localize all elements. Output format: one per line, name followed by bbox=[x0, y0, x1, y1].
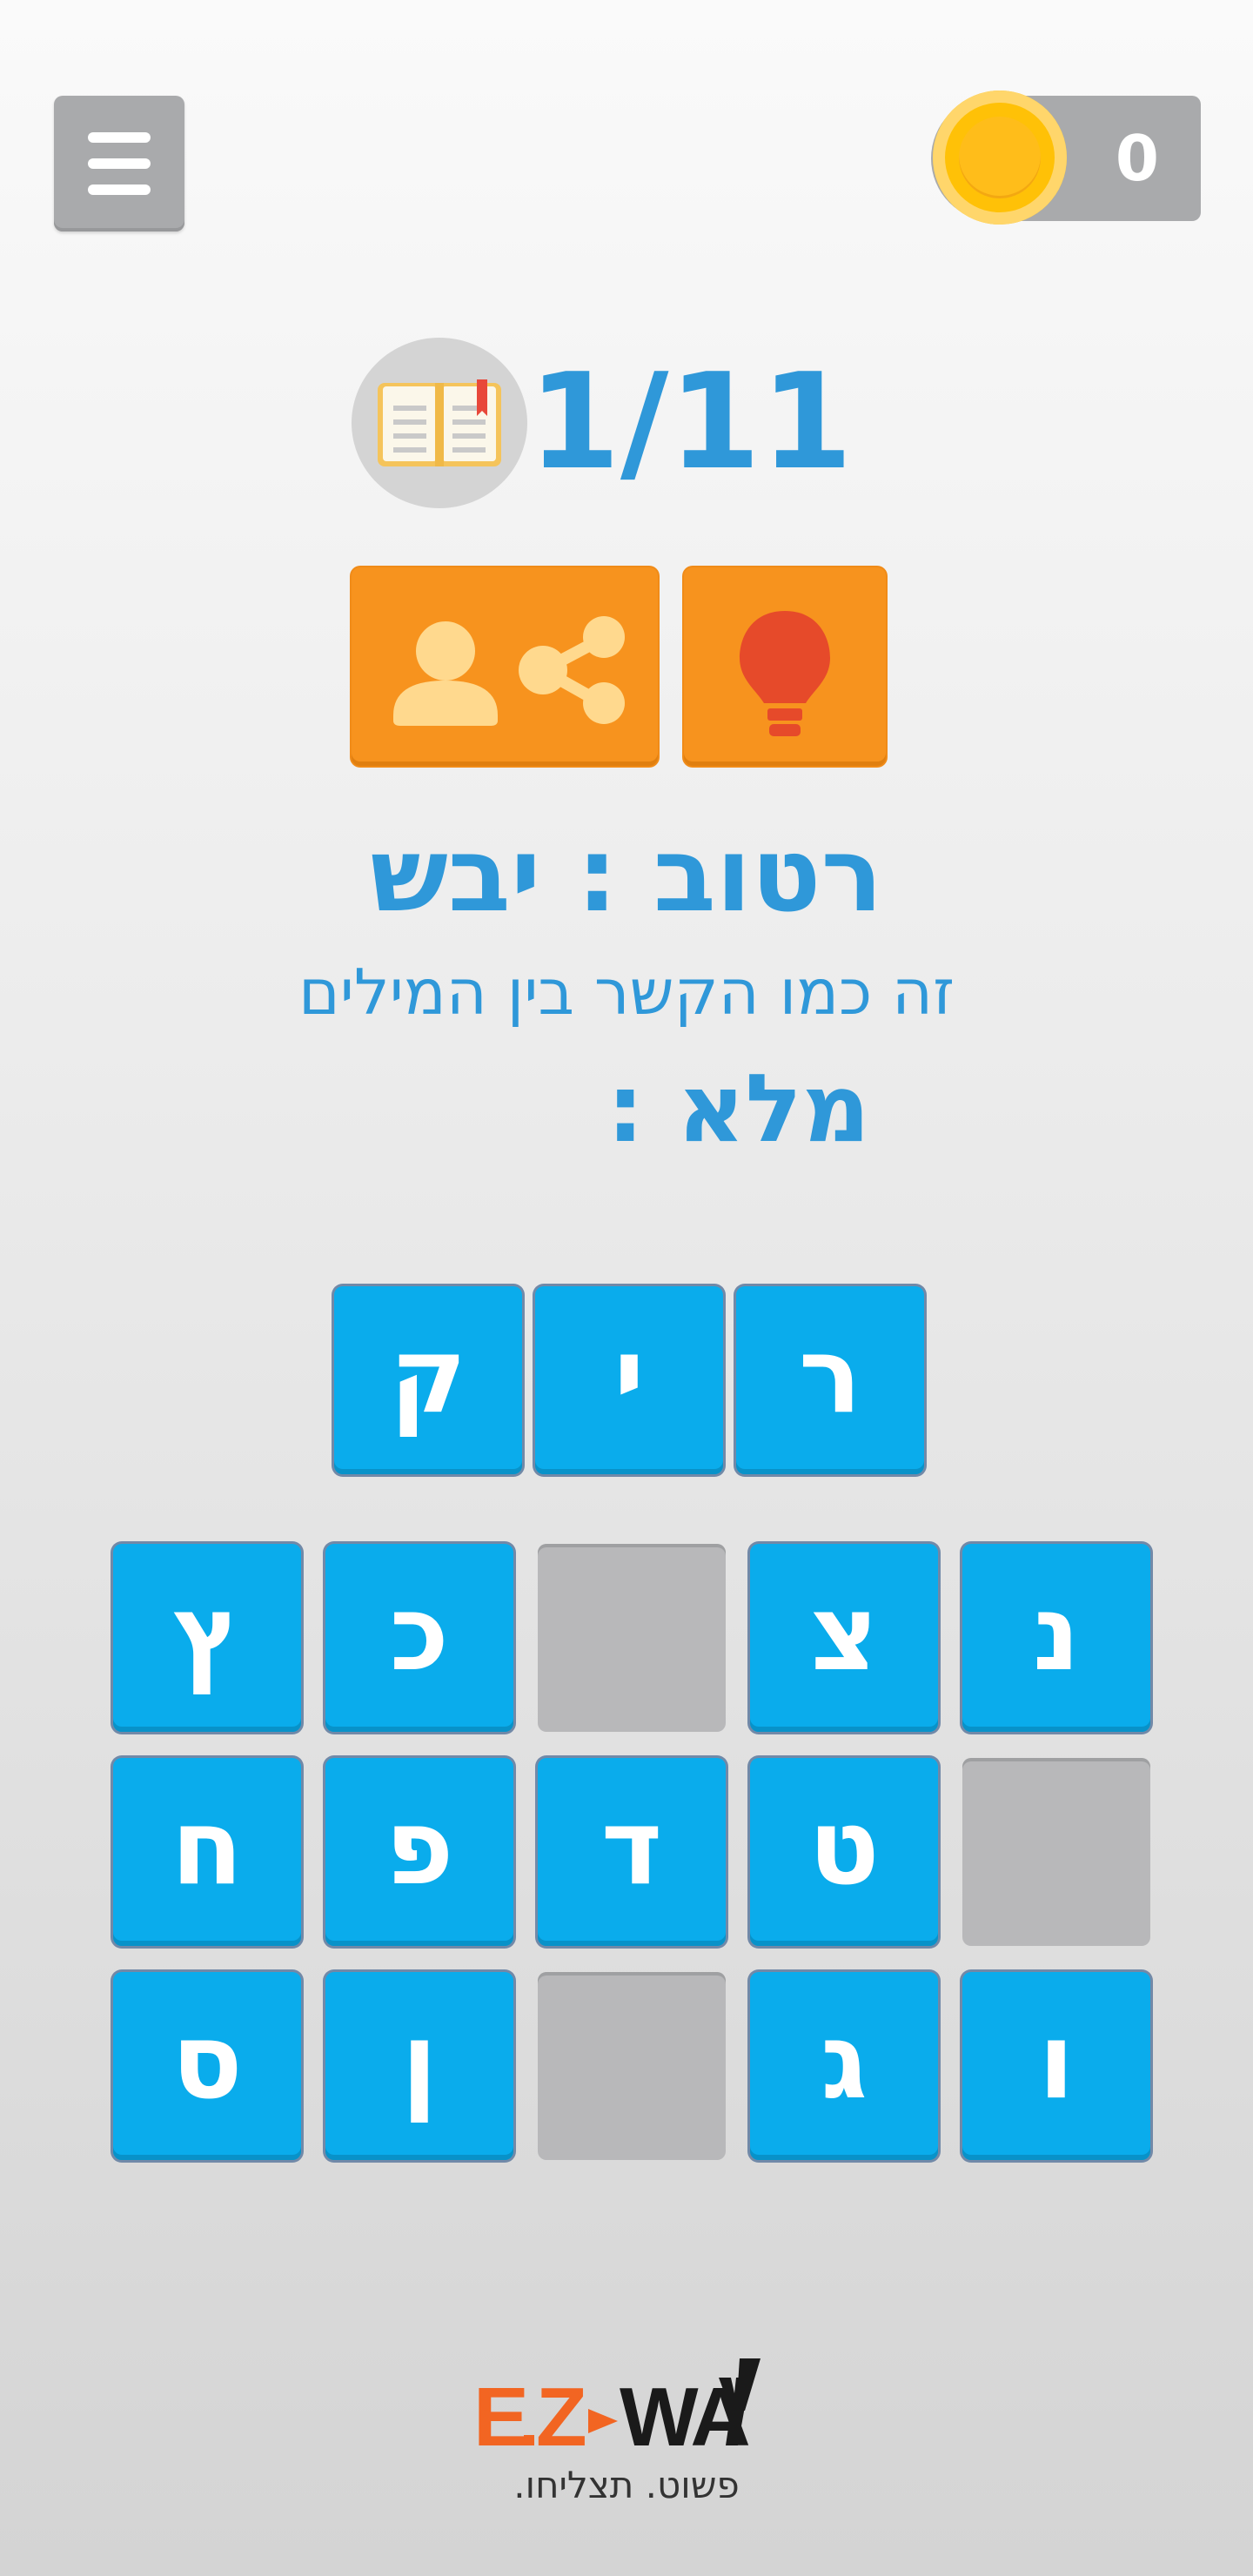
letter-tile[interactable]: צ bbox=[750, 1544, 938, 1732]
letter-tile[interactable]: ג bbox=[750, 1972, 938, 2160]
letter-tile[interactable]: ח bbox=[113, 1758, 301, 1946]
light-bulb-icon bbox=[740, 611, 830, 736]
letter-tile[interactable]: פ bbox=[325, 1758, 513, 1946]
hint-button[interactable] bbox=[684, 567, 886, 766]
letter-tile[interactable]: ט bbox=[750, 1758, 938, 1946]
level-progress: 1/11 bbox=[528, 345, 853, 499]
logo-tagline: פשוט. תצליחו. bbox=[513, 2464, 740, 2506]
empty-tile-slot bbox=[538, 1972, 726, 2160]
letter-tile[interactable]: ו bbox=[962, 1972, 1150, 2160]
letter-tile[interactable]: ץ bbox=[113, 1544, 301, 1732]
hamburger-menu-icon bbox=[88, 132, 151, 143]
clue-description: זה כמו הקשר בין המילים bbox=[298, 956, 955, 1029]
svg-text:Z: Z bbox=[536, 2371, 587, 2454]
answer-tile[interactable]: ק bbox=[334, 1286, 522, 1474]
hamburger-menu-icon-bar bbox=[88, 184, 151, 195]
answer-tile[interactable]: ר bbox=[736, 1286, 924, 1474]
clue-fill-prompt: מלא : bbox=[606, 1055, 870, 1164]
book-button[interactable] bbox=[352, 338, 527, 508]
ezway-logo: E Z WA bbox=[473, 2358, 761, 2454]
answer-tile[interactable]: י bbox=[535, 1286, 723, 1474]
open-book-icon bbox=[378, 379, 501, 466]
hamburger-menu-icon-bar bbox=[88, 158, 151, 169]
clue-word-pair: רטוב : יבש bbox=[370, 815, 883, 935]
share-button[interactable] bbox=[352, 567, 658, 766]
person-share-icon bbox=[393, 616, 625, 726]
empty-tile-slot bbox=[538, 1544, 726, 1732]
gold-coin-icon bbox=[933, 91, 1067, 225]
letter-tile[interactable]: ס bbox=[113, 1972, 301, 2160]
coin-count: 0 bbox=[1115, 122, 1159, 195]
letter-tile[interactable]: נ bbox=[962, 1544, 1150, 1732]
svg-text:E: E bbox=[473, 2371, 529, 2454]
letter-tile[interactable]: ד bbox=[538, 1758, 726, 1946]
letter-tile[interactable]: ן bbox=[325, 1972, 513, 2160]
letter-tile[interactable]: כ bbox=[325, 1544, 513, 1732]
empty-tile-slot bbox=[962, 1758, 1150, 1946]
menu-button[interactable] bbox=[54, 96, 184, 231]
